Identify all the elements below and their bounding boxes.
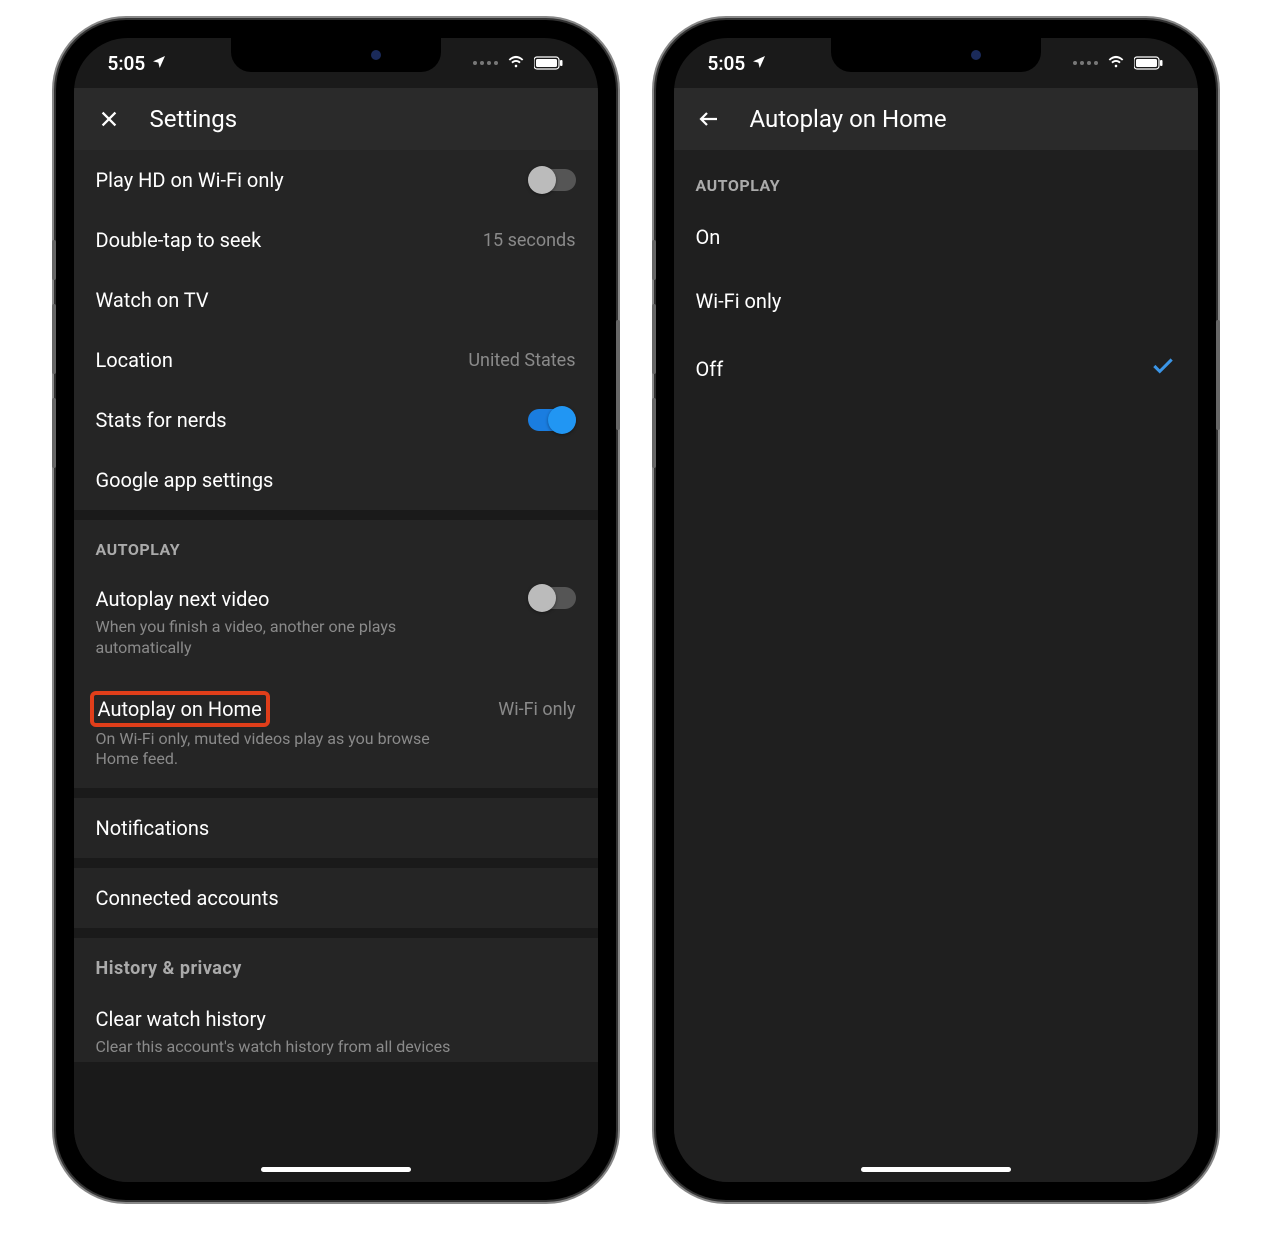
side-button-right	[1216, 320, 1220, 430]
section-header-autoplay: AUTOPLAY	[74, 520, 598, 569]
status-time: 5:05	[708, 52, 746, 75]
option-off[interactable]: Off	[674, 333, 1198, 404]
back-icon[interactable]	[696, 106, 722, 132]
row-label: Location	[96, 348, 173, 372]
home-indicator[interactable]	[861, 1167, 1011, 1172]
page-title: Autoplay on Home	[750, 105, 947, 133]
row-label: Notifications	[96, 816, 210, 840]
row-double-tap[interactable]: Double-tap to seek 15 seconds	[74, 210, 598, 270]
toggle-autoplay-next[interactable]	[528, 587, 576, 609]
side-button-right	[616, 320, 620, 430]
section-header-autoplay: AUTOPLAY	[674, 150, 1198, 205]
option-label: Off	[696, 357, 724, 381]
toggle-play-hd[interactable]	[528, 169, 576, 191]
row-label: Watch on TV	[96, 288, 209, 312]
toggle-stats[interactable]	[528, 409, 576, 431]
row-label: Double-tap to seek	[96, 228, 262, 252]
section-header-history: History & privacy	[74, 938, 598, 989]
screen-right: 5:05 Autoplay on Home AUTO	[674, 38, 1198, 1182]
phone-right: 5:05 Autoplay on Home AUTO	[656, 20, 1216, 1200]
location-services-icon	[151, 52, 167, 75]
row-label: Autoplay on Home	[98, 697, 262, 721]
row-label: Stats for nerds	[96, 408, 227, 432]
row-google-settings[interactable]: Google app settings	[74, 450, 598, 510]
row-value: 15 seconds	[483, 230, 576, 251]
location-services-icon	[751, 52, 767, 75]
side-buttons-left	[52, 240, 56, 492]
wifi-icon	[1106, 52, 1126, 75]
row-sublabel: Clear this account's watch history from …	[96, 1037, 576, 1058]
wifi-icon	[506, 52, 526, 75]
row-play-hd[interactable]: Play HD on Wi-Fi only	[74, 150, 598, 210]
row-label: Autoplay next video	[96, 587, 528, 611]
row-autoplay-next[interactable]: Autoplay next video When you finish a vi…	[74, 569, 598, 677]
cell-signal-icon	[1073, 61, 1098, 65]
row-watch-tv[interactable]: Watch on TV	[74, 270, 598, 330]
battery-icon	[534, 52, 564, 75]
notch	[831, 38, 1041, 72]
header: Autoplay on Home	[674, 88, 1198, 150]
row-value: Wi-Fi only	[498, 699, 575, 720]
row-clear-watch[interactable]: Clear watch history Clear this account's…	[74, 989, 598, 1062]
phone-left: 5:05 Settings	[56, 20, 616, 1200]
checkmark-icon	[1150, 353, 1176, 384]
settings-content[interactable]: Play HD on Wi-Fi only Double-tap to seek…	[74, 150, 598, 1182]
option-label: Wi-Fi only	[696, 289, 782, 313]
option-label: On	[696, 225, 721, 249]
row-connected-accounts[interactable]: Connected accounts	[74, 868, 598, 928]
row-value: United States	[468, 350, 575, 371]
header: Settings	[74, 88, 598, 150]
home-indicator[interactable]	[261, 1167, 411, 1172]
row-label: Google app settings	[96, 468, 274, 492]
highlight-annotation: Autoplay on Home	[90, 691, 270, 727]
screen-left: 5:05 Settings	[74, 38, 598, 1182]
option-on[interactable]: On	[674, 205, 1198, 269]
notch	[231, 38, 441, 72]
row-autoplay-home[interactable]: Autoplay on Home On Wi-Fi only, muted vi…	[74, 677, 598, 789]
cell-signal-icon	[473, 61, 498, 65]
row-label: Clear watch history	[96, 1007, 576, 1031]
row-sublabel: When you finish a video, another one pla…	[96, 617, 476, 659]
status-time: 5:05	[108, 52, 146, 75]
row-stats-nerds[interactable]: Stats for nerds	[74, 390, 598, 450]
page-title: Settings	[150, 105, 238, 133]
row-label: Play HD on Wi-Fi only	[96, 168, 284, 192]
close-icon[interactable]	[96, 106, 122, 132]
row-location[interactable]: Location United States	[74, 330, 598, 390]
option-wifi-only[interactable]: Wi-Fi only	[674, 269, 1198, 333]
autoplay-options-content: AUTOPLAY On Wi-Fi only Off	[674, 150, 1198, 1182]
row-notifications[interactable]: Notifications	[74, 798, 598, 858]
side-buttons-left	[652, 240, 656, 492]
battery-icon	[1134, 52, 1164, 75]
row-sublabel: On Wi-Fi only, muted videos play as you …	[96, 729, 476, 771]
row-label: Connected accounts	[96, 886, 279, 910]
